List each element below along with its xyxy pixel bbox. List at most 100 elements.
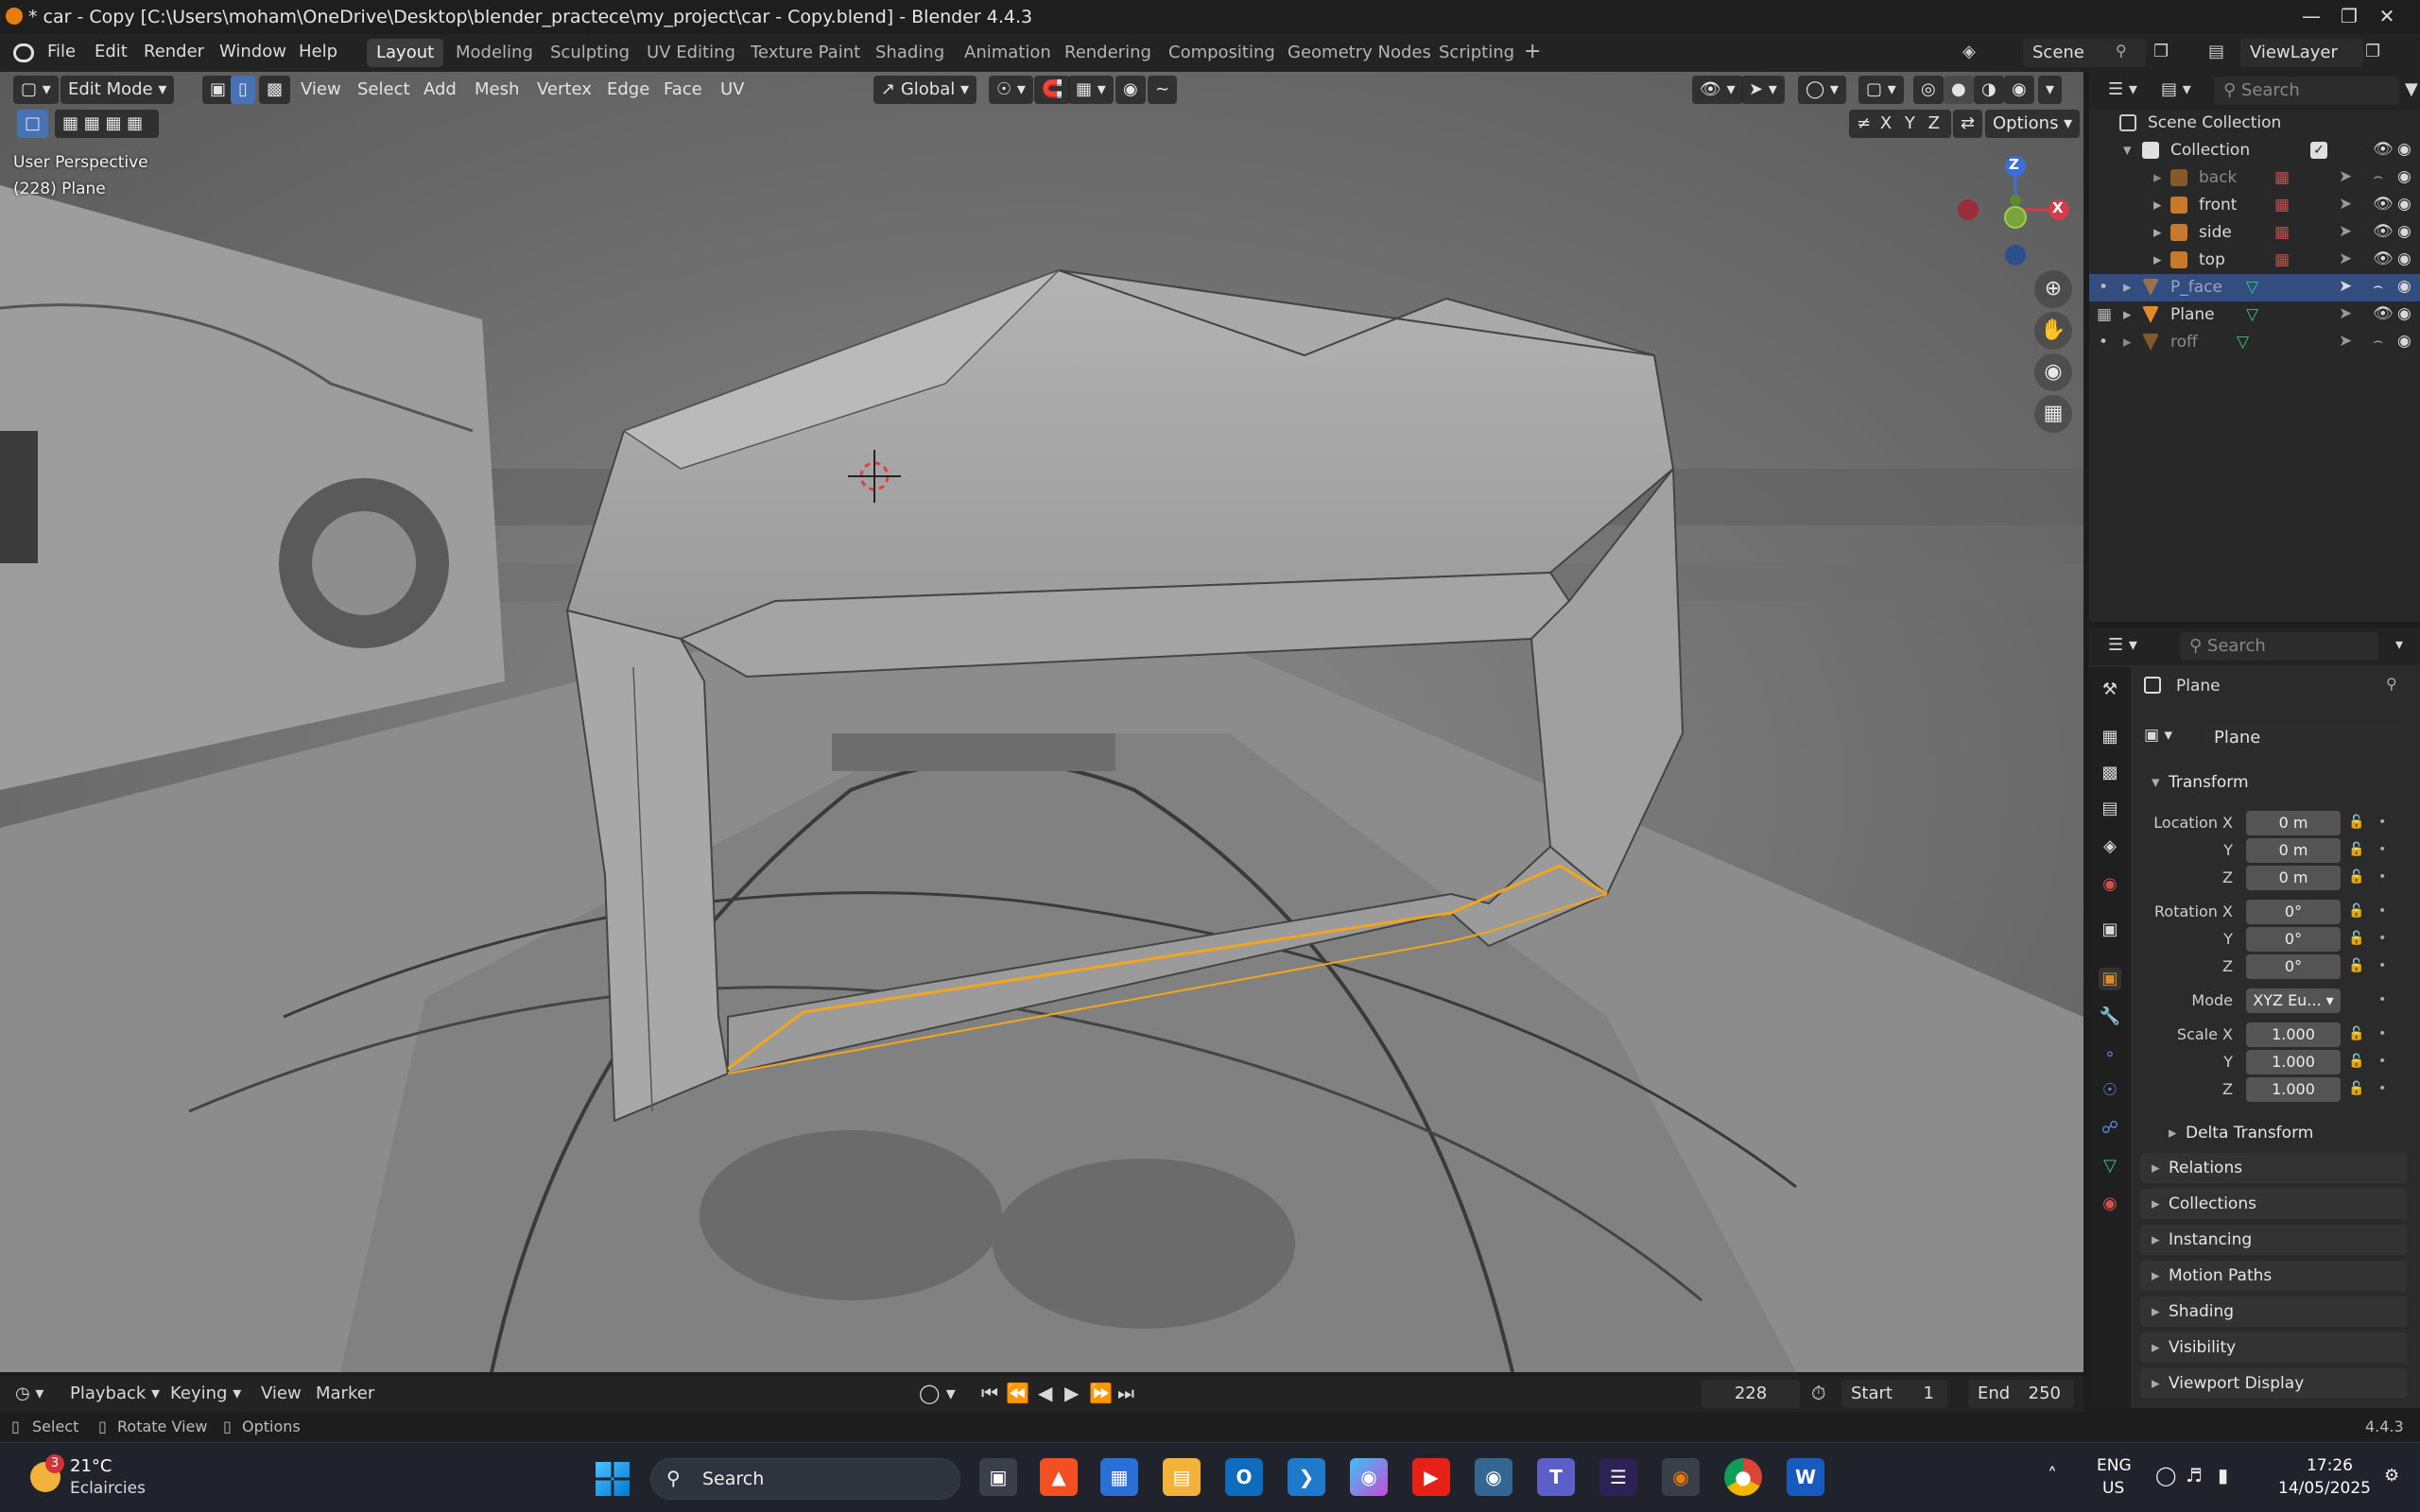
camera-icon[interactable]: ◉ xyxy=(2397,277,2411,296)
tab-layout[interactable]: Layout xyxy=(367,39,444,67)
menu-file[interactable]: File xyxy=(47,42,76,61)
camera-icon[interactable]: ◉ xyxy=(2397,195,2411,214)
camera-icon[interactable]: ◉ xyxy=(2397,332,2411,351)
snap-target-button[interactable]: ▦ ▾ xyxy=(1068,76,1114,104)
pivot-point-button[interactable]: ☉ ▾ xyxy=(989,76,1033,104)
scene-tab-icon[interactable]: ◈ xyxy=(2099,835,2121,858)
display-mode-icon[interactable]: ▤ ▾ xyxy=(2161,79,2191,99)
pin-icon[interactable]: ⚲ xyxy=(2386,675,2397,693)
edit-mode-dot-icon[interactable]: • xyxy=(2099,333,2108,352)
menu-add[interactable]: Add xyxy=(416,76,464,104)
outliner-search[interactable]: ⚲ Search xyxy=(2214,77,2399,105)
solid-shading-button[interactable]: ● xyxy=(1944,76,1974,104)
chevron-down-icon[interactable]: ▾ xyxy=(2395,635,2403,653)
gizmo-toggle-button[interactable]: ➤ ▾ xyxy=(1741,76,1785,104)
face-select-mode-button[interactable]: ▩ xyxy=(259,76,291,104)
tab-modeling[interactable]: Modeling xyxy=(446,39,543,67)
m365-copilot-icon[interactable]: ◉ xyxy=(1350,1458,1388,1496)
properties-editor-icon[interactable]: ☰ ▾ xyxy=(2108,635,2137,655)
editor-type-button[interactable]: ▢ ▾ xyxy=(13,76,59,104)
scale-z-field[interactable]: 1.000 xyxy=(2246,1077,2341,1102)
outliner-item-front[interactable]: ▸ front ▦ ➤ 👁 ◉ xyxy=(2089,192,2420,219)
outliner-item-roff[interactable]: • ▸ roff ▽ ➤ ⌢ ◉ xyxy=(2089,329,2420,356)
tab-scripting[interactable]: Scripting xyxy=(1429,39,1524,67)
lock-icon[interactable]: 🔓 xyxy=(2348,1026,2364,1041)
outliner-item-p-face[interactable]: • ▸ P_face ▽ ➤ ⌢ ◉ xyxy=(2089,274,2420,301)
select-toggle-icon[interactable]: ➤ xyxy=(2339,222,2352,241)
checkbox-icon[interactable]: ✓ xyxy=(2310,142,2327,159)
menu-render[interactable]: Render xyxy=(144,42,204,61)
vscode-icon[interactable]: ❯ xyxy=(1288,1458,1325,1496)
panel-relations[interactable]: ▸ Relations xyxy=(2140,1153,2407,1183)
mirror-x-label[interactable]: X xyxy=(1876,113,1895,133)
jump-end-icon[interactable]: ⏭ xyxy=(1117,1382,1134,1404)
world-tab-icon[interactable]: ◉ xyxy=(2099,873,2121,896)
lock-icon[interactable]: 🔓 xyxy=(2348,931,2364,946)
mode-dropdown[interactable]: Edit Mode ▾ xyxy=(60,76,175,104)
postgres-icon[interactable]: ◉ xyxy=(1475,1458,1512,1496)
lock-icon[interactable]: 🔓 xyxy=(2348,842,2364,857)
menu-help[interactable]: Help xyxy=(299,42,337,61)
pan-hand-icon[interactable]: ✋ xyxy=(2034,312,2072,350)
properties-search[interactable]: ⚲ Search xyxy=(2180,632,2378,661)
teams-icon[interactable]: T xyxy=(1537,1458,1575,1496)
location-x-field[interactable]: 0 m xyxy=(2246,811,2341,835)
mirror-y-label[interactable]: Y xyxy=(1901,113,1919,133)
chevron-right-icon[interactable]: ▸ xyxy=(2153,168,2162,187)
end-frame-field[interactable]: End 250 xyxy=(1968,1380,2074,1408)
stopwatch-icon[interactable]: ⏱ xyxy=(1811,1382,1826,1404)
object-name-field[interactable]: Plane xyxy=(2204,724,2407,752)
view-layer-icon[interactable]: ▤ xyxy=(2208,42,2224,61)
chevron-right-icon[interactable]: ▸ xyxy=(2123,305,2132,324)
chevron-right-icon[interactable]: ▸ xyxy=(2153,250,2162,269)
menu-uv[interactable]: UV xyxy=(713,76,752,104)
eye-icon[interactable]: 👁 xyxy=(2373,195,2394,214)
panel-visibility[interactable]: ▸ Visibility xyxy=(2140,1332,2407,1363)
app-orange-icon[interactable]: ▲ xyxy=(1040,1458,1078,1496)
material-shading-button[interactable]: ◑ xyxy=(1974,76,2004,104)
prev-keyframe-icon[interactable]: ⏪ xyxy=(1006,1382,1029,1404)
eye-closed-icon[interactable]: ⌢ xyxy=(2373,167,2383,186)
delta-transform-subpanel[interactable]: ▸ Delta Transform xyxy=(2157,1118,2407,1148)
notification-bell-icon[interactable]: ⚙ xyxy=(2384,1466,2399,1486)
youtube-icon[interactable]: ▶ xyxy=(1412,1458,1450,1496)
blender-menu-icon[interactable] xyxy=(13,43,34,62)
chrome-icon[interactable]: ● xyxy=(1724,1458,1762,1496)
blender-taskbar-icon[interactable]: ◉ xyxy=(1662,1458,1700,1496)
select-toggle-icon[interactable]: ➤ xyxy=(2339,332,2352,351)
menu-window[interactable]: Window xyxy=(219,42,286,61)
chevron-right-icon[interactable]: ▸ xyxy=(2123,333,2132,352)
select-toggle-icon[interactable]: ➤ xyxy=(2339,195,2352,214)
tab-compositing[interactable]: Compositing xyxy=(1159,39,1285,67)
keyframe-dot-icon[interactable]: • xyxy=(2378,958,2386,973)
language-line1[interactable]: ENG xyxy=(2097,1456,2132,1475)
keyframe-dot-icon[interactable]: • xyxy=(2378,903,2386,919)
location-z-field[interactable]: 0 m xyxy=(2246,866,2341,890)
eye-icon[interactable]: 👁 xyxy=(2373,140,2394,159)
data-tab-icon[interactable]: ▽ xyxy=(2099,1155,2121,1177)
rotation-y-field[interactable]: 0° xyxy=(2246,927,2341,952)
wifi-icon[interactable]: ◯ xyxy=(2155,1464,2176,1486)
wireframe-shading-button[interactable]: ◎ xyxy=(1913,76,1944,104)
jump-start-icon[interactable]: ⏮ xyxy=(981,1382,998,1404)
zoom-icon[interactable]: ⊕ xyxy=(2034,270,2072,308)
scene-name-field[interactable]: Scene xyxy=(2023,39,2146,67)
keyframe-dot-icon[interactable]: • xyxy=(2378,1081,2386,1096)
panel-instancing[interactable]: ▸ Instancing xyxy=(2140,1225,2407,1255)
scale-y-field[interactable]: 1.000 xyxy=(2246,1050,2341,1074)
eye-icon[interactable]: 👁 xyxy=(2373,304,2394,323)
camera-icon[interactable]: ◉ xyxy=(2397,222,2411,241)
edge-select-mode-button[interactable]: ▯ xyxy=(231,76,255,104)
shading-options-button[interactable]: ▾ xyxy=(2038,76,2063,104)
menu-timeline-view[interactable]: View xyxy=(261,1383,302,1403)
outliner-item-side[interactable]: ▸ side ▦ ➤ 👁 ◉ xyxy=(2089,219,2420,247)
tab-rendering[interactable]: Rendering xyxy=(1055,39,1161,67)
navigation-gizmo[interactable]: Z X xyxy=(1957,151,2080,274)
constraints-tab-icon[interactable]: ☍ xyxy=(2099,1117,2121,1140)
timeline-editor-icon[interactable]: ◷ ▾ xyxy=(15,1383,43,1403)
camera-view-icon[interactable]: ◉ xyxy=(2034,353,2072,391)
rotation-x-field[interactable]: 0° xyxy=(2246,900,2341,924)
new-view-layer-icon[interactable]: ❐ xyxy=(2365,42,2380,61)
menu-vertex[interactable]: Vertex xyxy=(529,76,599,104)
render-tab-icon[interactable]: ▦ xyxy=(2099,726,2121,748)
